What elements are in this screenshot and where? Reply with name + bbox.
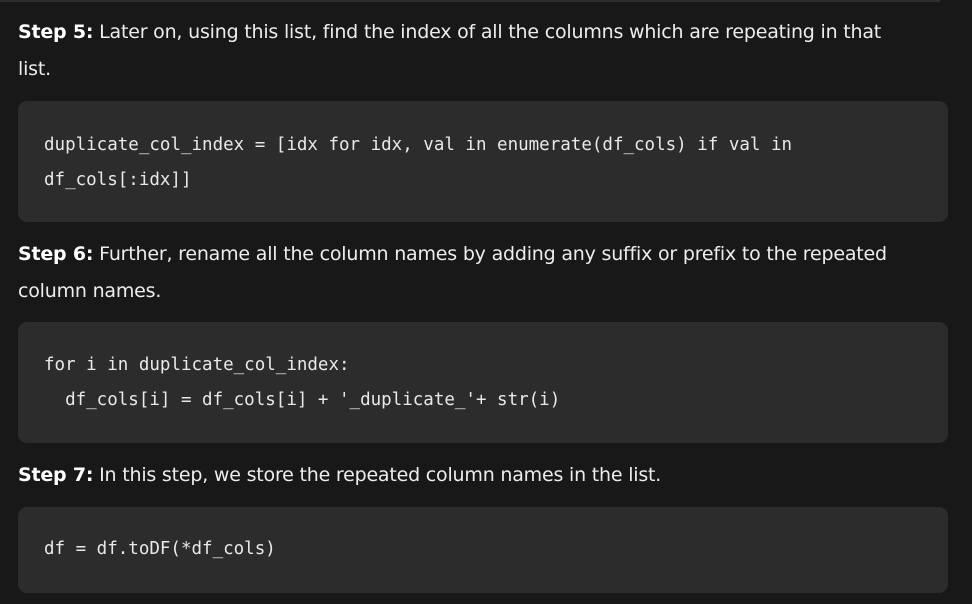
code-line: df_cols[i] = df_cols[i] + '_duplicate_'+… (44, 390, 561, 410)
step-6-paragraph: Step 6: Further, rename all the column n… (18, 236, 938, 310)
code-line: df_cols[:idx]] (44, 170, 192, 190)
step-7-label: Step 7: (18, 464, 94, 486)
step-6-label: Step 6: (18, 243, 94, 265)
step-7-text: In this step, we store the repeated colu… (93, 464, 662, 486)
step-5-code-block[interactable]: duplicate_col_index = [idx for idx, val … (18, 101, 948, 222)
step-5-paragraph: Step 5: Later on, using this list, find … (18, 14, 938, 88)
step-5-label: Step 5: (18, 21, 94, 43)
code-line: df = df.toDF(*df_cols) (44, 539, 276, 559)
step-6-code-block[interactable]: for i in duplicate_col_index: df_cols[i]… (18, 322, 948, 443)
step-5-line-2: list. (18, 58, 51, 80)
step-6-line-2: column names. (18, 280, 162, 302)
top-divider (0, 0, 940, 2)
step-5-line-1: Step 5: Later on, using this list, find … (18, 14, 938, 51)
step-5-text: Later on, using this list, find the inde… (93, 21, 882, 43)
code-line: for i in duplicate_col_index: (44, 355, 350, 375)
step-6-text: Further, rename all the column names by … (93, 243, 887, 265)
step-7-paragraph: Step 7: In this step, we store the repea… (18, 457, 938, 494)
code-line: duplicate_col_index = [idx for idx, val … (44, 135, 793, 155)
step-6-line-1: Step 6: Further, rename all the column n… (18, 236, 938, 273)
step-7-line-1: Step 7: In this step, we store the repea… (18, 457, 938, 494)
step-7-code-block[interactable]: df = df.toDF(*df_cols) (18, 507, 948, 593)
